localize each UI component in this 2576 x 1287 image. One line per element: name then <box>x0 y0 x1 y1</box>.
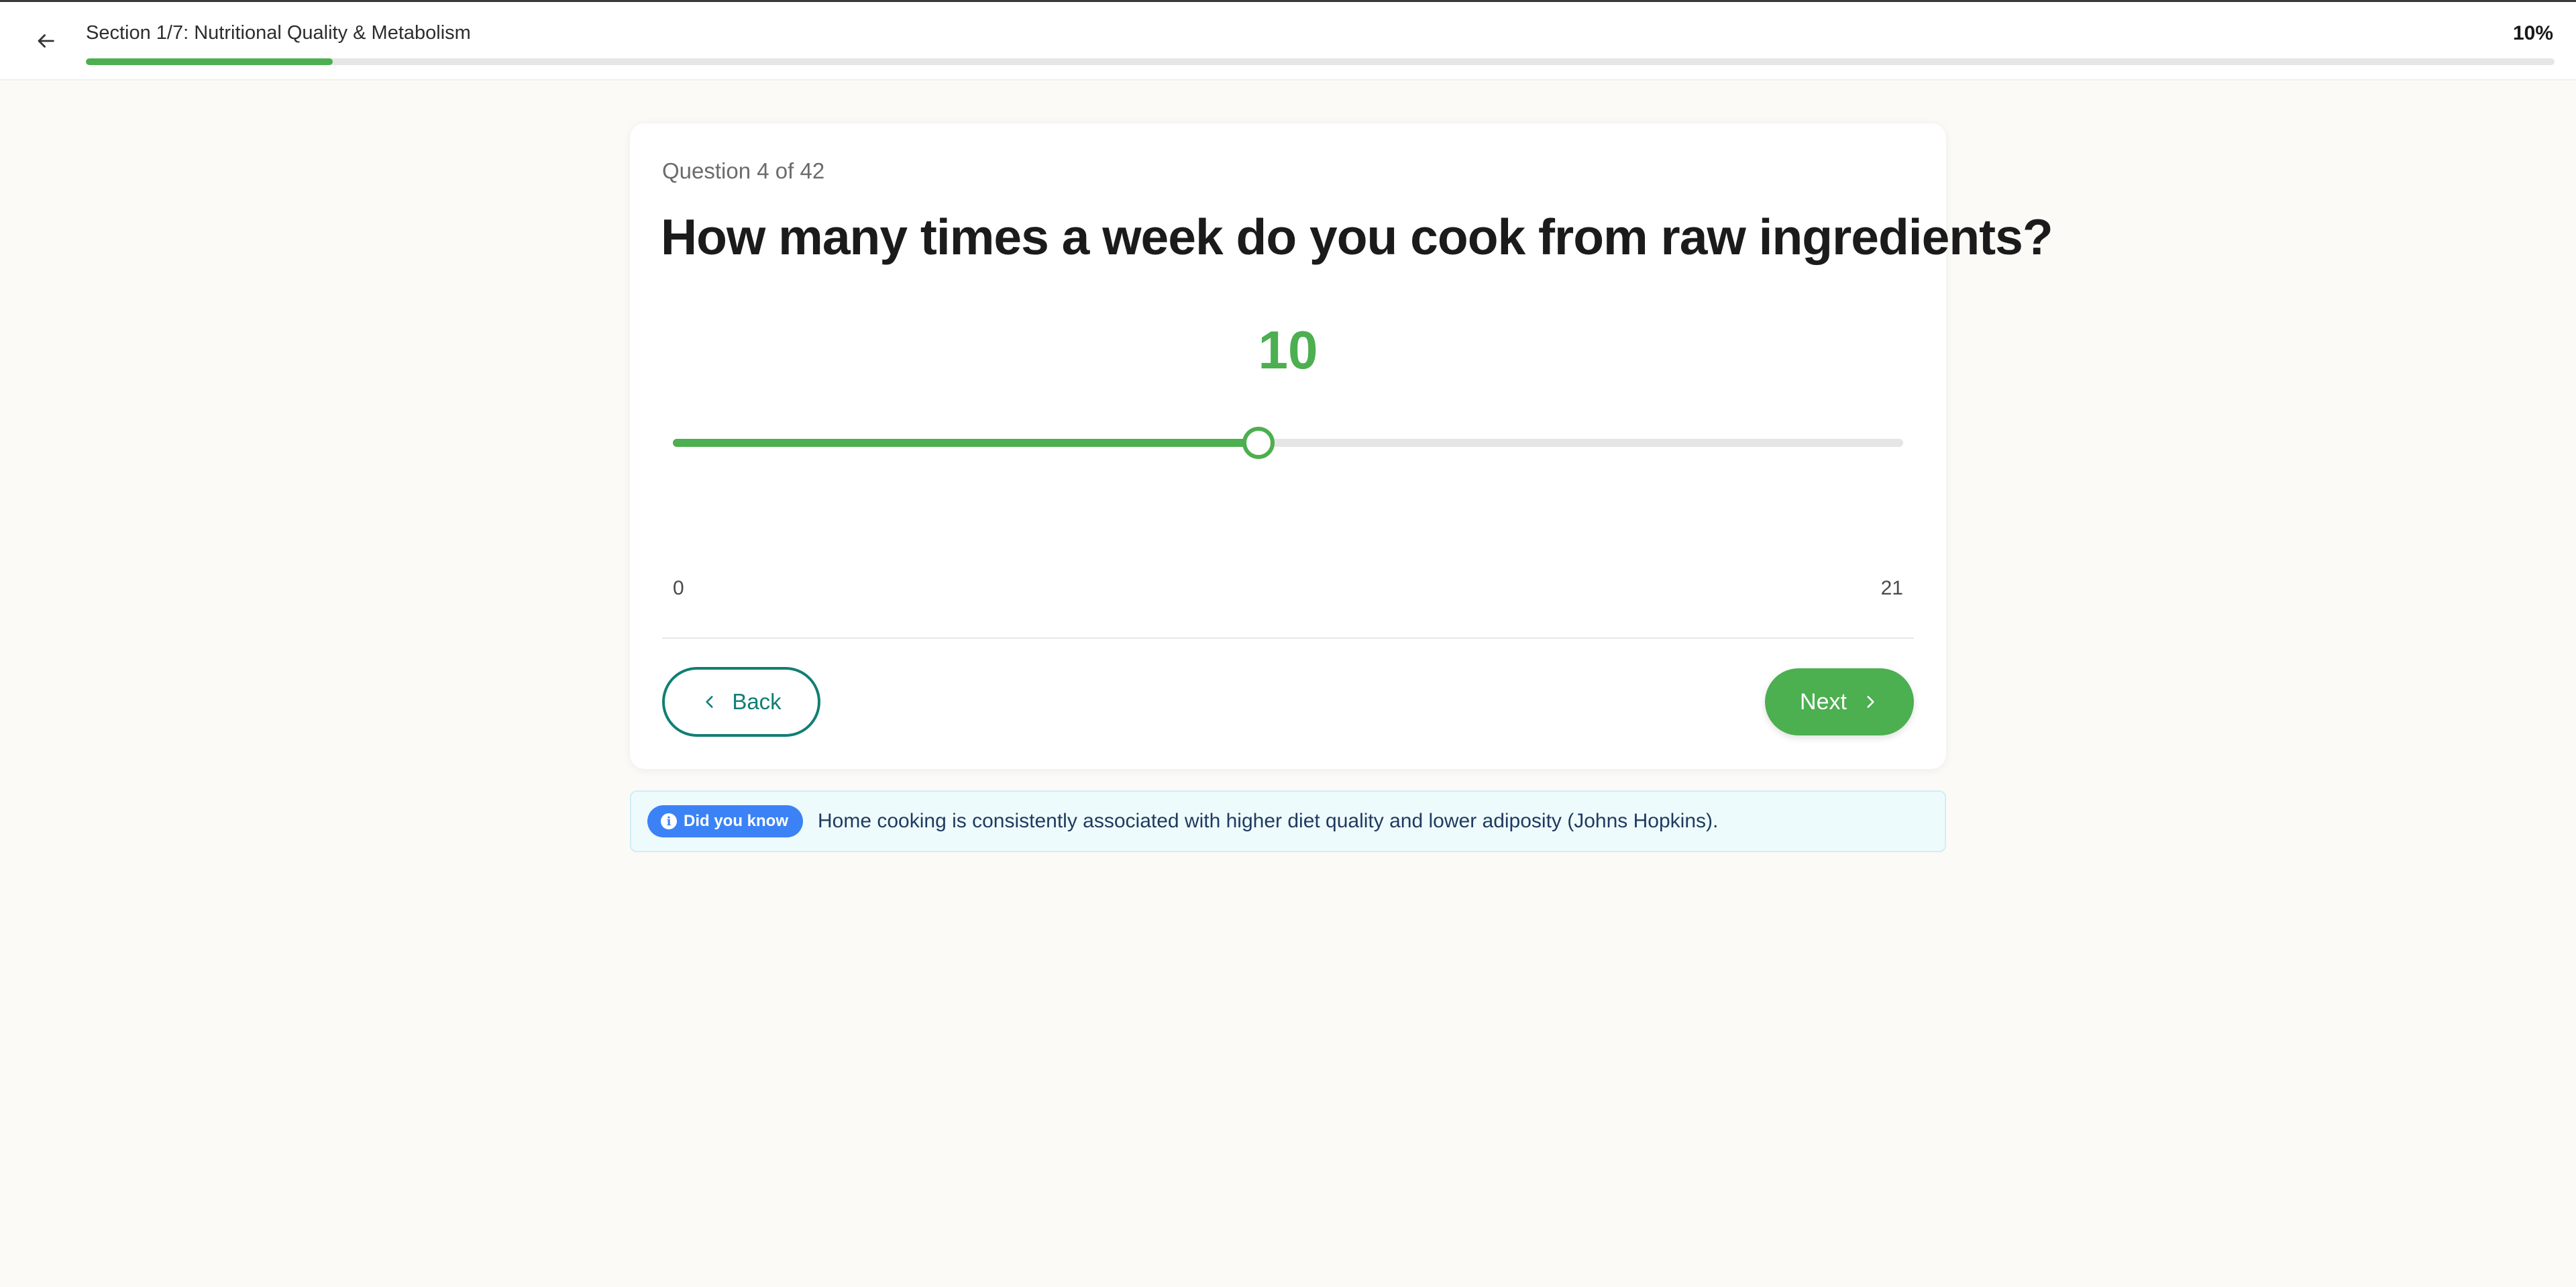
did-you-know-badge: i Did you know <box>647 805 803 837</box>
back-arrow-icon[interactable] <box>31 26 60 56</box>
question-title: How many times a week do you cook from r… <box>661 209 2053 265</box>
section-progress-bar <box>86 58 2555 65</box>
back-button-label: Back <box>732 689 782 714</box>
answer-slider[interactable] <box>673 423 1903 463</box>
top-bar: Section 1/7: Nutritional Quality & Metab… <box>0 0 2576 81</box>
slider-fill <box>673 439 1259 447</box>
question-counter: Question 4 of 42 <box>662 158 825 183</box>
divider <box>662 637 1914 639</box>
section-progress-fill <box>86 58 333 65</box>
slider-min-label: 0 <box>673 577 684 599</box>
slider-max-label: 21 <box>1880 577 1903 599</box>
chevron-left-icon <box>701 693 718 711</box>
question-card: Question 4 of 42 How many times a week d… <box>630 123 2053 769</box>
slider-value: 10 <box>1258 320 1318 380</box>
fact-text: Home cooking is consistently associated … <box>818 810 1719 832</box>
next-button-label: Next <box>1800 688 1847 715</box>
badge-label: Did you know <box>684 812 788 830</box>
next-button[interactable]: Next <box>1765 668 1914 735</box>
progress-percent: 10% <box>2512 22 2553 44</box>
info-icon: i <box>661 813 677 829</box>
slider-thumb[interactable] <box>1242 427 1275 459</box>
chevron-right-icon <box>1862 693 1879 711</box>
did-you-know-box: i Did you know Home cooking is consisten… <box>630 790 1946 852</box>
back-button[interactable]: Back <box>662 667 820 737</box>
section-title: Section 1/7: Nutritional Quality & Metab… <box>86 22 471 44</box>
